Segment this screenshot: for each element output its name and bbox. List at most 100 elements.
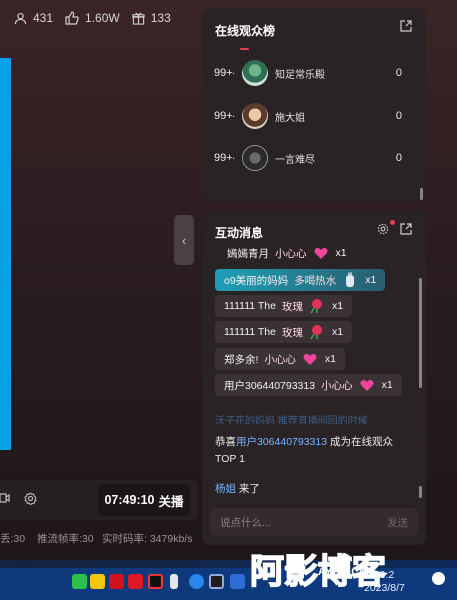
notification-dot [390,220,395,225]
gift-sender: 嫣嫣青月 [227,247,269,260]
clock[interactable]: 10:2 2023/8/7 [364,569,405,595]
join-suffix: 来了 [236,483,260,495]
gift-message: 111111 The 玫瑰 x1 [215,321,353,343]
rank-number: 99+ [214,67,233,79]
gift-count: x1 [331,326,344,338]
notification-icon[interactable] [432,572,445,585]
gift-count: x1 [381,379,393,391]
gift-name: 玫瑰 [281,326,303,339]
rank-score: 0 [395,67,402,79]
rank-scrollbar[interactable] [420,188,423,200]
chat-input[interactable]: 说点什么... 发送 [210,508,418,536]
gift-message: 111111 The 玫瑰 x1 [215,295,353,317]
gift-box-icon [132,11,145,25]
avatar [242,60,268,86]
rank-panel-title: 在线观众榜 [215,24,276,38]
settings-icon[interactable] [24,492,37,508]
message-scrollbar[interactable] [419,278,422,388]
rank-score: 0 [395,110,402,122]
like-count-value: 1.60W [85,11,120,25]
system-message: 恭喜用户306440793313 成为在线观众TOP 1 [215,434,410,468]
app-icon-dark[interactable] [148,574,163,589]
collapse-panel-button[interactable]: ‹ [174,215,194,265]
microphone-icon[interactable] [170,574,178,589]
gift-count: x1 [331,300,344,312]
app-icon-red-2[interactable] [128,574,143,589]
chevron-left-icon: ‹ [181,232,187,248]
system-user-link[interactable]: 用户306440793313 [236,436,327,448]
gift-count: x1 [335,247,347,259]
gift-message: 郑多余! 小心心 x1 [215,348,346,370]
join-message: 杨姐 来了 [215,481,410,498]
gift-message: 嫣嫣青月 小心心 x1 [215,244,356,262]
rank-user-name: 知足常乐殿 [275,69,325,81]
live-stats-bar: 431 1.60W 133 [0,0,200,36]
system-prefix: 恭喜 [215,436,236,448]
rank-row[interactable]: 99+ · 施大姐 0 [214,102,414,130]
tab-indicator [240,48,249,50]
gift-count-value: 133 [150,11,171,25]
app-icon-blue[interactable] [189,574,204,589]
viewer-count-value: 431 [33,11,54,25]
msg-panel-title: 互动消息 [215,226,264,240]
chat-input-placeholder: 说点什么... [220,516,271,529]
gift-sender: 111111 The [224,326,276,338]
gift-message: o9美丽的妈妈 多喝热水 x1 [215,269,386,291]
gift-sender: 111111 The [224,300,276,312]
app-icon-yellow[interactable] [90,574,105,589]
rank-row[interactable]: 99+ · 知足常乐殿 0 [214,59,414,87]
thumbs-up-icon [65,11,79,25]
scrolled-message: 沃子花的妈妈 推荐直播间回的时候 [215,416,368,424]
user-icon [14,12,27,24]
stop-live-button[interactable]: 07:49:10 关播 [98,484,190,516]
watermark-site: AYBK.CN [318,566,368,578]
viewer-count: 431 [14,11,53,25]
badge-plus: · [232,152,236,164]
rank-score: 0 [395,152,402,164]
clock-time: 10:2 [373,569,395,581]
popout-icon[interactable] [400,20,412,35]
gift-name: 小心心 [264,353,296,366]
gift-name: 小心心 [321,379,353,392]
rank-number: 99+ [214,110,233,122]
message-settings-icon[interactable] [377,223,389,238]
gift-name: 小心心 [275,247,307,260]
badge-plus: · [232,110,236,122]
stop-live-label: 关播 [158,494,184,509]
rank-number: 99+ [214,152,233,164]
app-icon-red[interactable] [109,574,124,589]
gift-name: 多喝热水 [294,274,337,287]
heart-gift-icon [359,377,375,393]
rank-user-name: 施大姐 [275,112,305,124]
gift-count: 133 [132,11,171,25]
gift-name: 玫瑰 [281,300,303,313]
shield-icon[interactable] [230,574,245,589]
clock-date: 2023/8/7 [364,582,405,594]
camera-icon[interactable] [0,492,10,507]
app-icon-gray[interactable] [209,574,224,589]
metric-bitrate: 实时码率: 3479kb/s [102,533,193,545]
send-button[interactable]: 发送 [387,515,408,530]
heart-gift-icon [313,245,329,261]
gift-sender: o9美丽的妈妈 [224,274,289,287]
popout-icon[interactable] [400,223,412,238]
gift-count: x1 [365,274,377,286]
join-user-link[interactable]: 杨姐 [215,483,236,495]
gift-sender: 用户306440793313 [224,379,316,392]
rose-gift-icon [309,298,325,314]
gift-count: x1 [324,353,337,365]
gift-sender: 郑多余! [224,353,259,366]
message-scrollbar-lower[interactable] [419,486,422,498]
interactive-message-panel: 互动消息 嫣嫣青月 小心心 x1 o9美丽的妈妈 多喝热水 x1 111111 … [202,210,426,545]
hot-water-gift-icon [342,272,358,288]
metric-push-fps: 推流帧率:30 [37,533,94,545]
online-viewer-rank-panel: 在线观众榜 99+ · 知足常乐殿 0 99+ · 施大姐 0 99+ · 一言… [202,8,426,202]
avatar [242,145,268,171]
rank-user-name: 一言难尽 [275,154,315,166]
badge-plus: · [232,67,236,79]
gift-message: 用户306440793313 小心心 x1 [215,374,402,396]
rank-row[interactable]: 99+ · 一言难尽 0 [214,144,414,172]
live-duration: 07:49:10 [104,493,155,507]
video-preview[interactable] [0,58,11,450]
wechat-icon[interactable] [72,574,87,589]
